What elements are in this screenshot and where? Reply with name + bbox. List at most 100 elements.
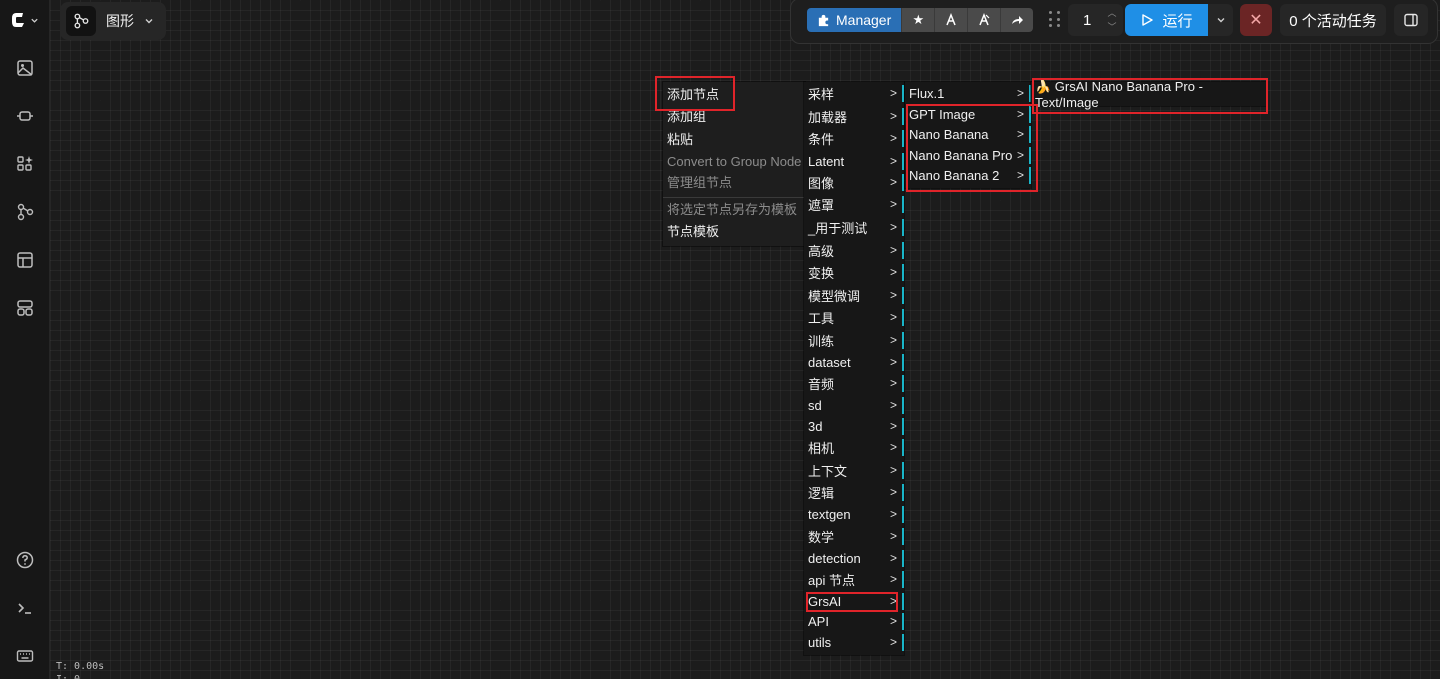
grsai-submenu-item[interactable]: Nano Banana > <box>905 123 1031 145</box>
category-color-bar <box>902 550 904 567</box>
comfy-logo-menu[interactable] <box>9 8 45 32</box>
run-button[interactable]: 运行 <box>1125 4 1208 36</box>
category-item[interactable]: 3d > <box>804 415 904 437</box>
category-item[interactable]: 加载器 > <box>804 105 904 127</box>
category-item[interactable]: 采样 > <box>804 82 904 104</box>
category-item[interactable]: 遮罩 > <box>804 193 904 215</box>
queue-button[interactable] <box>9 292 41 324</box>
model-library-button[interactable] <box>9 100 41 132</box>
category-item[interactable]: GrsAI > <box>804 590 904 612</box>
workflow-icon <box>74 13 89 29</box>
submenu-arrow-icon: > <box>889 485 897 499</box>
category-item[interactable]: 图像 > <box>804 171 904 193</box>
keyboard-icon <box>16 650 34 662</box>
category-color-bar <box>902 462 904 479</box>
category-item[interactable]: 训练 > <box>804 329 904 351</box>
category-item[interactable]: 变换 > <box>804 261 904 283</box>
category-item[interactable]: detection > <box>804 547 904 569</box>
category-item[interactable]: 相机 > <box>804 436 904 458</box>
category-item[interactable]: API > <box>804 610 904 632</box>
category-color-bar <box>902 375 904 392</box>
menu-item-node-templates[interactable]: 节点模板 <box>667 222 719 242</box>
share-button[interactable] <box>1000 8 1034 32</box>
submenu-arrow-icon: > <box>889 614 897 628</box>
left-sidebar <box>0 0 50 679</box>
share-a-button[interactable] <box>934 8 968 32</box>
grsai-submenu-item[interactable]: Flux.1 > <box>905 82 1031 104</box>
submenu-arrow-icon: > <box>889 376 897 390</box>
image-gallery-button[interactable] <box>9 52 41 84</box>
category-item-label: 条件 <box>808 131 835 147</box>
category-item[interactable]: 上下文 > <box>804 459 904 481</box>
workflows-button[interactable] <box>9 196 41 228</box>
manager-label: Manager <box>836 12 892 28</box>
menu-item-manage-group-nodes: 管理组节点 <box>667 175 733 190</box>
submenu-arrow-icon: > <box>889 507 897 521</box>
toolbar-drag-handle[interactable] <box>1049 11 1061 29</box>
grsai-submenu-item[interactable]: GPT Image > <box>905 103 1031 125</box>
category-item[interactable]: 高级 > <box>804 239 904 261</box>
nodes-sparkle-icon <box>17 156 33 171</box>
chevron-down-icon <box>31 18 38 23</box>
category-item-label: 上下文 <box>808 463 848 479</box>
grsai-submenu-item[interactable]: Nano Banana Pro > <box>905 144 1031 166</box>
category-item[interactable]: 音频 > <box>804 372 904 394</box>
manager-button[interactable]: Manager <box>807 8 902 32</box>
submenu-arrow-icon: > <box>889 310 897 324</box>
run-mode-dropdown[interactable] <box>1208 4 1233 36</box>
menu-item-add-node[interactable]: 添加节点 <box>667 85 719 105</box>
terminal-button[interactable] <box>9 592 41 624</box>
play-icon <box>1142 14 1154 26</box>
favorites-button[interactable]: ★ <box>901 8 935 32</box>
graph-tab[interactable]: 图形 <box>60 2 166 40</box>
category-item-label: 训练 <box>808 333 835 349</box>
submenu-arrow-icon: > <box>889 154 897 168</box>
share-b-button[interactable] <box>967 8 1001 32</box>
category-item[interactable]: 工具 > <box>804 306 904 328</box>
category-item[interactable]: 数学 > <box>804 525 904 547</box>
category-item[interactable]: api 节点 > <box>804 568 904 590</box>
category-color-bar <box>902 174 904 191</box>
category-item-label: 相机 <box>808 440 835 456</box>
help-circle-icon <box>16 551 34 569</box>
share-arrow-icon <box>1012 16 1024 24</box>
category-color-bar <box>902 196 904 213</box>
decrement-icon[interactable]: ﹀ <box>1107 20 1117 34</box>
category-item[interactable]: _用于测试 > <box>804 216 904 238</box>
share-node-icon <box>946 13 956 26</box>
node-library-button[interactable] <box>9 148 41 180</box>
category-item[interactable]: dataset > <box>804 351 904 373</box>
help-button[interactable] <box>9 544 41 576</box>
toggle-panel-button[interactable] <box>1394 4 1428 36</box>
category-item[interactable]: 逻辑 > <box>804 481 904 503</box>
category-item-label: sd <box>808 397 822 413</box>
increment-icon[interactable]: ︿ <box>1107 6 1117 20</box>
submenu-arrow-icon: > <box>889 440 897 454</box>
templates-button[interactable] <box>9 244 41 276</box>
batch-count-input[interactable]: 1 ︿ ﹀ <box>1068 4 1123 36</box>
category-color-bar <box>902 484 904 501</box>
category-color-bar <box>1029 147 1031 164</box>
menu-item-grsai-nano-banana-pro-node[interactable]: 🍌 GrsAI Nano Banana Pro - Text/Image <box>1031 79 1267 110</box>
submenu-arrow-icon: > <box>889 109 897 123</box>
category-item[interactable]: 模型微调 > <box>804 284 904 306</box>
cancel-run-button[interactable]: ✕ <box>1240 4 1272 36</box>
grsai-submenu-item[interactable]: Nano Banana 2 > <box>905 164 1031 186</box>
category-item[interactable]: 条件 > <box>804 127 904 149</box>
submenu-arrow-icon: > <box>889 529 897 543</box>
batch-stepper[interactable]: ︿ ﹀ <box>1107 6 1117 34</box>
active-tasks-button[interactable]: 0 个活动任务 <box>1280 4 1386 36</box>
keyboard-shortcuts-button[interactable] <box>9 640 41 672</box>
submenu-arrow-icon: > <box>1016 127 1024 141</box>
status-line-2: I: 0 <box>56 674 80 679</box>
category-item-label: 高级 <box>808 243 835 259</box>
menu-item-add-group[interactable]: 添加组 <box>667 107 706 127</box>
submenu-arrow-icon: > <box>889 572 897 586</box>
star-icon: ★ <box>912 12 925 27</box>
category-item[interactable]: textgen > <box>804 503 904 525</box>
category-item[interactable]: utils > <box>804 631 904 653</box>
category-item[interactable]: Latent > <box>804 150 904 172</box>
category-item[interactable]: sd > <box>804 394 904 416</box>
grsai-submenu-item-label: Nano Banana Pro <box>909 147 1013 163</box>
menu-item-paste[interactable]: 粘贴 <box>667 130 693 150</box>
